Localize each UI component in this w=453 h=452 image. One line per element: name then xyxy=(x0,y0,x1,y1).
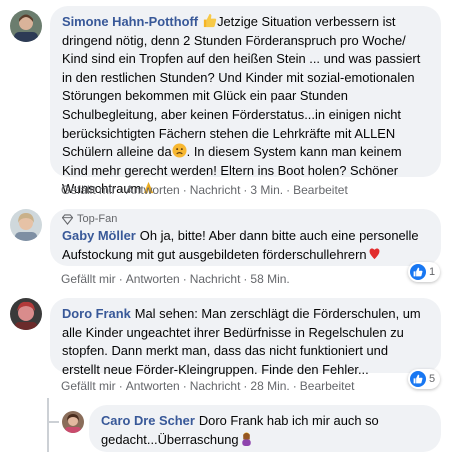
woman-gesturing-icon xyxy=(239,431,254,446)
edited-label: Bearbeitet xyxy=(293,183,348,197)
comment-author[interactable]: Simone Hahn-Potthoff xyxy=(62,14,198,29)
avatar[interactable] xyxy=(10,298,42,330)
reaction-count[interactable]: 5 xyxy=(408,369,441,389)
message-link[interactable]: Nachricht xyxy=(190,272,241,286)
sad-face-icon xyxy=(172,143,187,158)
edited-label: Bearbeitet xyxy=(299,379,355,393)
heart-exclamation-icon xyxy=(367,246,382,261)
comment-bubble: Top-Fan Gaby Möller Oh ja, bitte! Aber da… xyxy=(50,209,441,266)
comment-text: Jetzige Situation verbessern ist dringen… xyxy=(62,14,421,160)
avatar[interactable] xyxy=(62,411,84,433)
reply-link[interactable]: Antworten xyxy=(126,379,180,393)
reaction-count[interactable]: 1 xyxy=(408,262,441,282)
thumbs-up-icon xyxy=(202,13,217,28)
avatar[interactable] xyxy=(10,10,42,42)
like-reaction-icon xyxy=(410,371,426,387)
comment-actions: Gefällt mir · Antworten · Nachricht · 28 Min. ·… xyxy=(61,379,355,393)
timestamp[interactable]: 58 Min. xyxy=(250,272,289,286)
comment-author[interactable]: Caro Dre Scher xyxy=(101,413,195,428)
thread-line xyxy=(47,421,59,423)
timestamp[interactable]: 3 Min. xyxy=(250,183,283,197)
reaction-count-label: 1 xyxy=(429,266,436,278)
comment-actions: Gefällt mir · Antworten · Nachricht · 58 Min. xyxy=(61,272,290,286)
like-link[interactable]: Gefällt mir xyxy=(61,183,116,197)
thread-line xyxy=(47,398,49,452)
comment-bubble: Doro Frank Mal sehen: Man zerschlägt die … xyxy=(50,298,441,377)
comment-bubble: Caro Dre Scher Doro Frank hab ich mir auc… xyxy=(89,405,441,452)
message-link[interactable]: Nachricht xyxy=(190,183,241,197)
reply-link[interactable]: Antworten xyxy=(126,272,180,286)
comment-actions: Gefällt mir · Antworten · Nachricht · 3 Min. · B… xyxy=(61,183,348,197)
comment-author[interactable]: Doro Frank xyxy=(62,306,131,321)
like-reaction-icon xyxy=(410,264,426,280)
like-link[interactable]: Gefällt mir xyxy=(61,272,116,286)
avatar[interactable] xyxy=(10,209,42,241)
badge-label: Top-Fan xyxy=(77,212,118,225)
top-fan-badge: Top-Fan xyxy=(62,212,429,226)
reply-link[interactable]: Antworten xyxy=(126,183,180,197)
timestamp[interactable]: 28 Min. xyxy=(250,379,289,393)
reaction-count-label: 5 xyxy=(429,373,436,385)
comment-bubble: Simone Hahn-Potthoff Jetzige Situation ve… xyxy=(50,6,441,196)
comment-author[interactable]: Gaby Möller xyxy=(62,228,136,243)
message-link[interactable]: Nachricht xyxy=(190,379,241,393)
like-link[interactable]: Gefällt mir xyxy=(61,379,116,393)
diamond-icon xyxy=(62,213,73,225)
